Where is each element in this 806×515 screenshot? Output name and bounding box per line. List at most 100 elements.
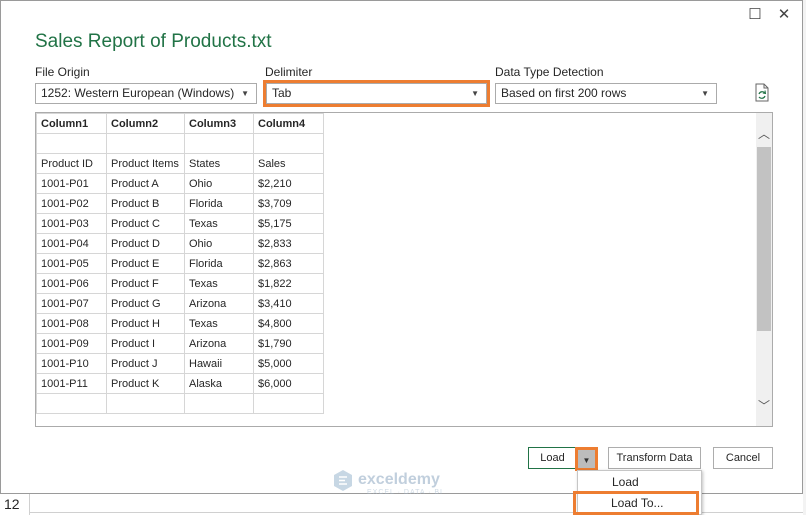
chevron-down-icon: ▼ bbox=[471, 89, 479, 98]
data-preview: Column1 Column2 Column3 Column4 Product … bbox=[35, 112, 773, 427]
table-row: 1001-P10 Product J Hawaii $5,000 bbox=[36, 353, 324, 374]
table-cell: Product A bbox=[106, 173, 185, 194]
menu-item-load[interactable]: Load bbox=[612, 475, 639, 489]
maximize-button[interactable]: ☐ bbox=[744, 5, 766, 25]
table-cell: Florida bbox=[184, 253, 254, 274]
column-header: Column3 bbox=[184, 113, 254, 134]
vertical-scrollbar[interactable]: ︿ ﹀ bbox=[756, 113, 772, 426]
table-cell: Product D bbox=[106, 233, 185, 254]
table-cell: Product I bbox=[106, 333, 185, 354]
table-row: 1001-P05 Product E Florida $2,863 bbox=[36, 253, 324, 274]
table-cell: Product J bbox=[106, 353, 185, 374]
import-dialog: ☐ ✕ Sales Report of Products.txt File Or… bbox=[0, 0, 803, 496]
svg-text:exceldemy: exceldemy bbox=[358, 471, 440, 488]
table-cell: Product K bbox=[106, 373, 185, 394]
close-button[interactable]: ✕ bbox=[773, 5, 795, 25]
table-cell: 1001-P01 bbox=[36, 173, 107, 194]
table-cell: Product C bbox=[106, 213, 185, 234]
table-cell: $3,709 bbox=[253, 193, 324, 214]
table-row: 1001-P01 Product A Ohio $2,210 bbox=[36, 173, 324, 194]
table-cell: $3,410 bbox=[253, 293, 324, 314]
table-cell: Product Items bbox=[106, 153, 185, 174]
table-cell bbox=[106, 393, 185, 414]
spreadsheet-row-header: 12 bbox=[0, 494, 30, 515]
table-cell: $1,790 bbox=[253, 333, 324, 354]
table-cell bbox=[36, 393, 107, 414]
scroll-up-icon[interactable]: ︿ bbox=[756, 125, 772, 142]
table-cell: 1001-P10 bbox=[36, 353, 107, 374]
table-cell: $4,800 bbox=[253, 313, 324, 334]
detection-dropdown[interactable]: Based on first 200 rows ▼ bbox=[495, 83, 717, 104]
table-row: Product ID Product Items States Sales bbox=[36, 153, 324, 174]
table-cell bbox=[36, 133, 107, 154]
table-cell: 1001-P04 bbox=[36, 233, 107, 254]
table-cell bbox=[184, 133, 254, 154]
table-cell: Texas bbox=[184, 313, 254, 334]
table-cell: $2,210 bbox=[253, 173, 324, 194]
table-cell: Arizona bbox=[184, 293, 254, 314]
table-cell: Hawaii bbox=[184, 353, 254, 374]
load-split-arrow[interactable]: ▼ bbox=[578, 450, 595, 468]
table-row: 1001-P02 Product B Florida $3,709 bbox=[36, 193, 324, 214]
table-cell bbox=[253, 133, 324, 154]
table-cell bbox=[184, 393, 254, 414]
table-row: 1001-P09 Product I Arizona $1,790 bbox=[36, 333, 324, 354]
transform-data-button[interactable]: Transform Data bbox=[608, 447, 701, 469]
table-row bbox=[36, 393, 324, 414]
table-cell: $6,000 bbox=[253, 373, 324, 394]
delimiter-dropdown[interactable]: Tab ▼ bbox=[266, 83, 487, 104]
scrollbar-thumb[interactable] bbox=[757, 147, 771, 331]
table-row: 1001-P11 Product K Alaska $6,000 bbox=[36, 373, 324, 394]
table-cell: Texas bbox=[184, 213, 254, 234]
table-cell: 1001-P08 bbox=[36, 313, 107, 334]
delimiter-value: Tab bbox=[272, 86, 292, 100]
table-cell: 1001-P11 bbox=[36, 373, 107, 394]
table-cell: Alaska bbox=[184, 373, 254, 394]
table-cell: $5,000 bbox=[253, 353, 324, 374]
table-cell: 1001-P02 bbox=[36, 193, 107, 214]
file-origin-label: File Origin bbox=[35, 65, 90, 79]
table-cell: Product F bbox=[106, 273, 185, 294]
table-cell bbox=[106, 133, 185, 154]
table-cell: Product E bbox=[106, 253, 185, 274]
table-row: 1001-P07 Product G Arizona $3,410 bbox=[36, 293, 324, 314]
table-row: 1001-P04 Product D Ohio $2,833 bbox=[36, 233, 324, 254]
table-cell: $1,822 bbox=[253, 273, 324, 294]
table-cell: States bbox=[184, 153, 254, 174]
table-row: 1001-P08 Product H Texas $4,800 bbox=[36, 313, 324, 334]
load-button[interactable]: Load bbox=[528, 447, 577, 469]
table-row: 1001-P06 Product F Texas $1,822 bbox=[36, 273, 324, 294]
scroll-down-icon[interactable]: ﹀ bbox=[756, 397, 772, 414]
cancel-button[interactable]: Cancel bbox=[713, 447, 773, 469]
table-cell: 1001-P06 bbox=[36, 273, 107, 294]
detection-value: Based on first 200 rows bbox=[501, 86, 627, 100]
table-cell: Texas bbox=[184, 273, 254, 294]
table-cell: Ohio bbox=[184, 233, 254, 254]
column-header: Column1 bbox=[36, 113, 107, 134]
table-cell: $2,863 bbox=[253, 253, 324, 274]
table-cell: Product ID bbox=[36, 153, 107, 174]
table-cell: 1001-P07 bbox=[36, 293, 107, 314]
table-header-row: Column1 Column2 Column3 Column4 bbox=[36, 113, 324, 134]
table-cell: $2,833 bbox=[253, 233, 324, 254]
table-cell: Product H bbox=[106, 313, 185, 334]
table-cell bbox=[253, 393, 324, 414]
column-header: Column4 bbox=[253, 113, 324, 134]
chevron-down-icon: ▼ bbox=[582, 456, 591, 465]
file-origin-value: 1252: Western European (Windows) bbox=[41, 86, 235, 100]
dialog-title: Sales Report of Products.txt bbox=[35, 31, 272, 52]
table-cell: Ohio bbox=[184, 173, 254, 194]
column-header: Column2 bbox=[106, 113, 185, 134]
menu-item-load-to[interactable]: Load To... bbox=[611, 496, 664, 510]
chevron-down-icon: ▼ bbox=[241, 89, 249, 98]
table-cell: 1001-P03 bbox=[36, 213, 107, 234]
file-origin-dropdown[interactable]: 1252: Western European (Windows) ▼ bbox=[35, 83, 257, 104]
chevron-down-icon: ▼ bbox=[701, 89, 709, 98]
preview-table: Column1 Column2 Column3 Column4 Product … bbox=[36, 113, 324, 414]
table-cell: Sales bbox=[253, 153, 324, 174]
refresh-icon[interactable] bbox=[753, 83, 771, 103]
table-cell: 1001-P05 bbox=[36, 253, 107, 274]
table-cell: 1001-P09 bbox=[36, 333, 107, 354]
table-cell: $5,175 bbox=[253, 213, 324, 234]
table-cell: Product B bbox=[106, 193, 185, 214]
